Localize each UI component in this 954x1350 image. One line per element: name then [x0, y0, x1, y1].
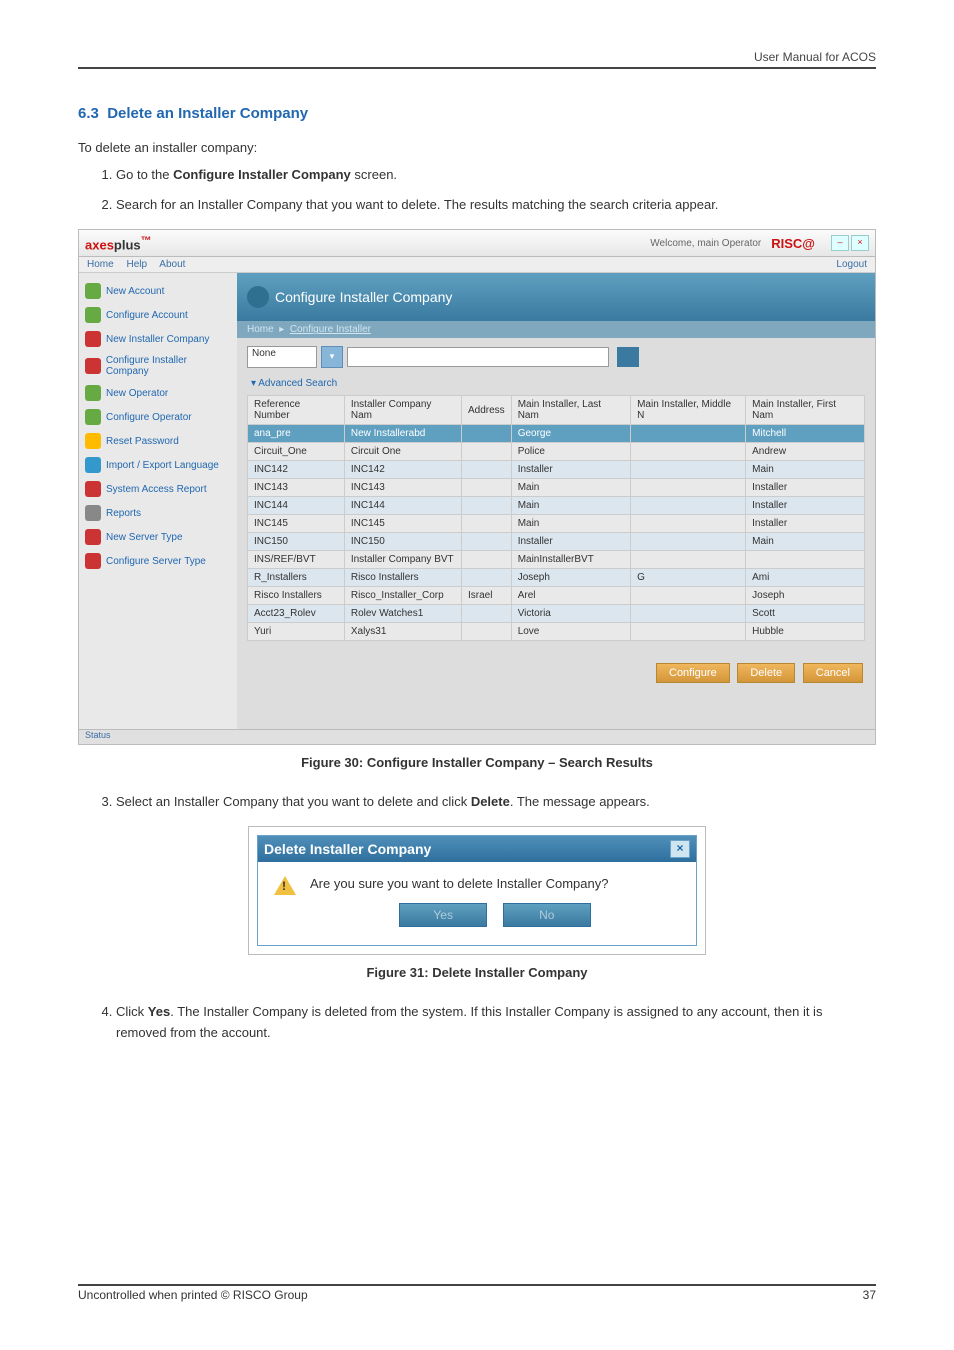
dialog-no-button[interactable]: No: [503, 903, 591, 927]
sidebar-icon: [85, 505, 101, 521]
risco-logo: RISC@: [771, 236, 815, 251]
intro-text: To delete an installer company:: [78, 140, 876, 155]
sidebar-icon: [85, 409, 101, 425]
app-logo: axesplus™: [85, 235, 151, 252]
step-1: Go to the Configure Installer Company sc…: [116, 165, 876, 185]
sidebar-icon: [85, 331, 101, 347]
sidebar-item[interactable]: Configure Operator: [83, 405, 233, 429]
dialog-message: Are you sure you want to delete Installe…: [310, 876, 680, 891]
column-header[interactable]: Main Installer, Last Nam: [511, 396, 630, 425]
results-table: Reference NumberInstaller Company NamAdd…: [247, 395, 865, 641]
figure-31-caption: Figure 31: Delete Installer Company: [78, 965, 876, 980]
sidebar-item[interactable]: New Operator: [83, 381, 233, 405]
page-header: User Manual for ACOS: [78, 50, 876, 69]
table-row[interactable]: INS/REF/BVTInstaller Company BVTMainInst…: [248, 551, 865, 569]
table-row[interactable]: Circuit_OneCircuit OnePoliceAndrew: [248, 443, 865, 461]
menu-about[interactable]: About: [159, 259, 185, 270]
close-button[interactable]: ×: [851, 235, 869, 251]
column-header[interactable]: Address: [462, 396, 512, 425]
sidebar-icon: [85, 457, 101, 473]
sidebar-icon: [85, 283, 101, 299]
sidebar-icon: [85, 358, 101, 374]
menu-home[interactable]: Home: [87, 259, 114, 270]
figure-30-caption: Figure 30: Configure Installer Company –…: [78, 755, 876, 770]
panel-icon: [247, 286, 269, 308]
dialog-close-button[interactable]: ×: [670, 840, 690, 858]
search-field-select[interactable]: None: [247, 346, 317, 368]
sidebar-icon: [85, 529, 101, 545]
cancel-button[interactable]: Cancel: [803, 663, 863, 683]
column-header[interactable]: Main Installer, Middle N: [631, 396, 746, 425]
minimize-button[interactable]: –: [831, 235, 849, 251]
column-header[interactable]: Installer Company Nam: [344, 396, 461, 425]
table-row[interactable]: YuriXalys31LoveHubble: [248, 623, 865, 641]
table-row[interactable]: INC143INC143MainInstaller: [248, 479, 865, 497]
menu-help[interactable]: Help: [126, 259, 147, 270]
section-heading: 6.3 Delete an Installer Company: [78, 105, 876, 122]
sidebar: New AccountConfigure AccountNew Installe…: [79, 273, 237, 729]
sidebar-icon: [85, 433, 101, 449]
warning-icon: [274, 876, 296, 895]
table-row[interactable]: INC144INC144MainInstaller: [248, 497, 865, 515]
sidebar-icon: [85, 553, 101, 569]
column-header[interactable]: Reference Number: [248, 396, 345, 425]
sidebar-item[interactable]: System Access Report: [83, 477, 233, 501]
sidebar-item[interactable]: Reports: [83, 501, 233, 525]
panel-title: Configure Installer Company: [275, 289, 452, 305]
sidebar-item[interactable]: Configure Account: [83, 303, 233, 327]
dialog-yes-button[interactable]: Yes: [399, 903, 487, 927]
breadcrumb: Home ▸ Configure Installer: [237, 321, 875, 338]
search-field-dropdown[interactable]: ▾: [321, 346, 343, 368]
sidebar-item[interactable]: Configure Server Type: [83, 549, 233, 573]
dialog-title: Delete Installer Company: [264, 841, 431, 857]
sidebar-item[interactable]: New Server Type: [83, 525, 233, 549]
status-bar: Status: [79, 729, 875, 744]
sidebar-item[interactable]: Import / Export Language: [83, 453, 233, 477]
table-row[interactable]: Acct23_RolevRolev Watches1VictoriaScott: [248, 605, 865, 623]
figure-31-dialog: Delete Installer Company × Are you sure …: [248, 826, 706, 955]
table-row[interactable]: INC142INC142InstallerMain: [248, 461, 865, 479]
step-3: Select an Installer Company that you wan…: [116, 792, 876, 812]
table-row[interactable]: INC150INC150InstallerMain: [248, 533, 865, 551]
advanced-search-toggle[interactable]: ▾ Advanced Search: [237, 376, 875, 391]
search-button[interactable]: [617, 347, 639, 367]
menu-logout[interactable]: Logout: [836, 259, 867, 270]
sidebar-item[interactable]: New Account: [83, 279, 233, 303]
table-row[interactable]: INC145INC145MainInstaller: [248, 515, 865, 533]
configure-button[interactable]: Configure: [656, 663, 730, 683]
sidebar-icon: [85, 385, 101, 401]
delete-button[interactable]: Delete: [737, 663, 795, 683]
welcome-text: Welcome, main Operator: [650, 238, 761, 249]
footer-left: Uncontrolled when printed © RISCO Group: [78, 1288, 308, 1302]
step-4: Click Yes. The Installer Company is dele…: [116, 1002, 876, 1042]
sidebar-item[interactable]: New Installer Company: [83, 327, 233, 351]
step-2: Search for an Installer Company that you…: [116, 195, 876, 215]
figure-30-app: axesplus™ Welcome, main Operator RISC@ –…: [78, 229, 876, 745]
search-input[interactable]: [347, 347, 609, 367]
table-row[interactable]: ana_preNew InstallerabdGeorgeMitchell: [248, 425, 865, 443]
sidebar-icon: [85, 481, 101, 497]
sidebar-item[interactable]: Configure Installer Company: [83, 351, 233, 381]
column-header[interactable]: Main Installer, First Nam: [746, 396, 865, 425]
sidebar-item[interactable]: Reset Password: [83, 429, 233, 453]
table-row[interactable]: Risco InstallersRisco_Installer_CorpIsra…: [248, 587, 865, 605]
table-row[interactable]: R_InstallersRisco InstallersJosephGAmi: [248, 569, 865, 587]
sidebar-icon: [85, 307, 101, 323]
page-number: 37: [863, 1288, 876, 1302]
